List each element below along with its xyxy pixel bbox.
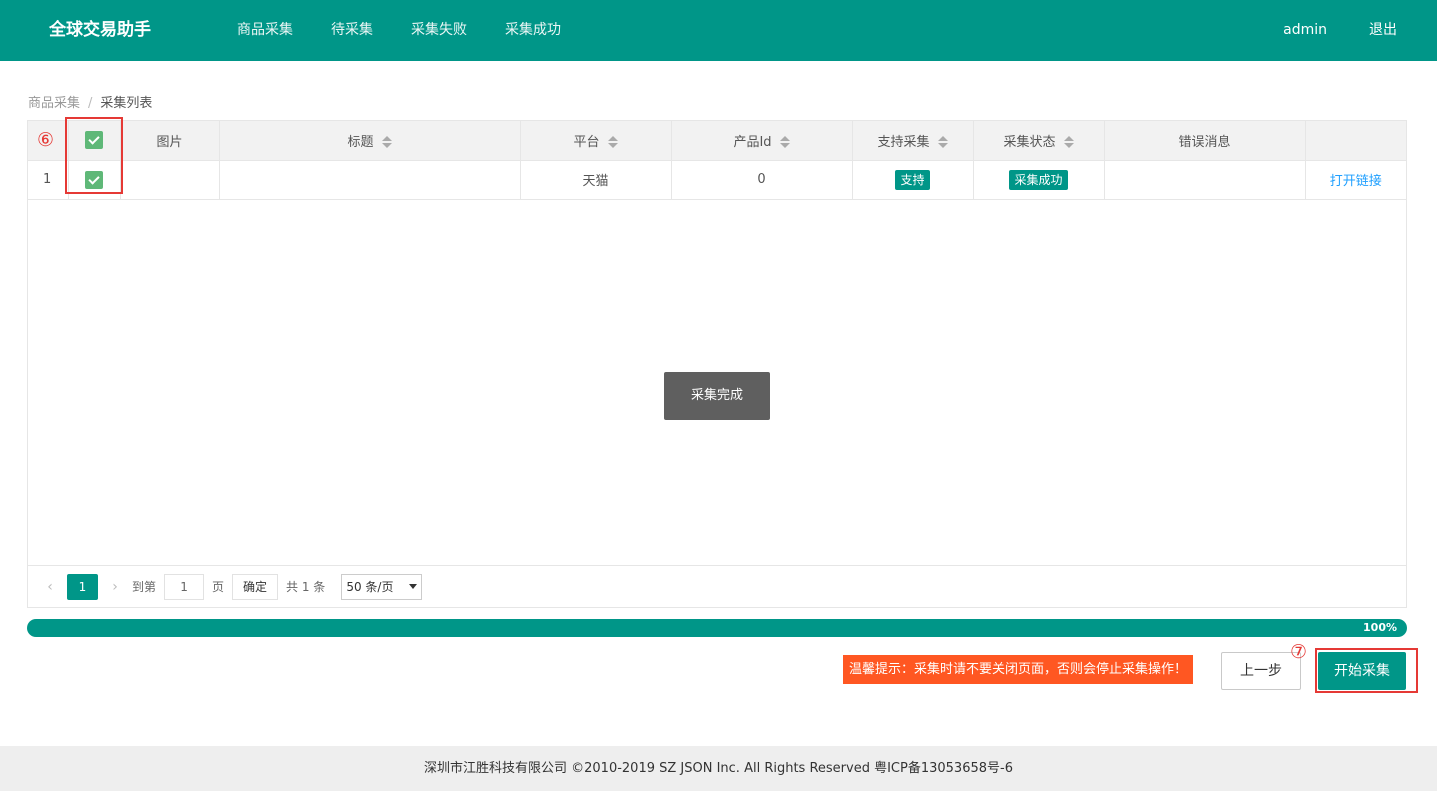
- nav-item-failed[interactable]: 采集失败: [392, 0, 486, 61]
- nav-item-collect[interactable]: 商品采集: [218, 0, 312, 61]
- header-platform-label: 平台: [573, 134, 600, 150]
- sort-icon[interactable]: [779, 136, 790, 149]
- warning-tip: 温馨提示：采集时请不要关闭页面，否则会停止采集操作！: [843, 655, 1194, 684]
- total-count: 共 1 条: [286, 580, 326, 594]
- checkbox-highlight-box: [65, 117, 123, 194]
- goto-page-input[interactable]: 1: [164, 573, 205, 600]
- nav-item-pending[interactable]: 待采集: [312, 0, 392, 61]
- page-label: 页: [212, 580, 225, 594]
- page-size-select[interactable]: 50 条/页: [341, 573, 423, 600]
- prev-step-button[interactable]: 上一步: [1221, 652, 1301, 690]
- support-badge: 支持: [895, 169, 930, 190]
- user-name[interactable]: admin: [1283, 0, 1327, 61]
- status-badge: 采集成功: [1009, 169, 1068, 190]
- breadcrumb-current: 采集列表: [100, 96, 153, 111]
- row-image: [120, 160, 220, 200]
- next-page-icon[interactable]: ›: [106, 579, 124, 595]
- page-size-value: 50 条/页: [346, 579, 394, 594]
- header-error: 错误消息: [1104, 121, 1306, 161]
- sort-icon[interactable]: [937, 136, 948, 149]
- start-button-highlight-box: [1315, 648, 1418, 693]
- sort-icon[interactable]: [607, 136, 618, 149]
- row-index: 1: [28, 160, 69, 200]
- progress-label: 100%: [1363, 621, 1397, 634]
- chevron-down-icon: [409, 584, 418, 589]
- row-product-id: 0: [671, 160, 853, 200]
- goto-label: 到第: [132, 580, 157, 594]
- goto-confirm-button[interactable]: 确定: [232, 573, 279, 600]
- footer-copyright: 深圳市江胜科技有限公司 ©2010-2019 SZ JSON Inc. All …: [0, 746, 1437, 791]
- header-support-label: 支持采集: [877, 134, 930, 150]
- header-product-id[interactable]: 产品Id: [671, 121, 853, 161]
- step-7-annotation: ⑦: [1290, 641, 1308, 663]
- row-platform: 天猫: [520, 160, 672, 200]
- header-platform[interactable]: 平台: [520, 121, 672, 161]
- row-support: 支持: [852, 160, 974, 200]
- main-nav: 商品采集 待采集 采集失败 采集成功: [218, 0, 580, 61]
- header-status[interactable]: 采集状态: [973, 121, 1105, 161]
- header-status-label: 采集状态: [1003, 134, 1056, 150]
- table-header-row: 图片 标题 平台 产品Id 支持采集 采集状态 错误消息: [28, 121, 1406, 161]
- header-title[interactable]: 标题: [219, 121, 521, 161]
- step-6-annotation: ⑥: [37, 129, 55, 151]
- row-action: 打开链接: [1305, 160, 1406, 200]
- prev-page-icon[interactable]: ‹: [41, 579, 59, 595]
- logout-link[interactable]: 退出: [1369, 0, 1397, 61]
- breadcrumb-parent[interactable]: 商品采集: [28, 96, 80, 111]
- open-link[interactable]: 打开链接: [1330, 174, 1382, 189]
- brand-title: 全球交易助手: [49, 20, 151, 40]
- header-image: 图片: [120, 121, 220, 161]
- collect-table: 图片 标题 平台 产品Id 支持采集 采集状态 错误消息 1 天猫 0 支持 采…: [27, 120, 1407, 608]
- pagination: ‹ 1 › 到第 1 页 确定 共 1 条 50 条/页: [28, 565, 1406, 607]
- table-row: 1 天猫 0 支持 采集成功 打开链接: [28, 160, 1406, 200]
- nav-item-success[interactable]: 采集成功: [486, 0, 580, 61]
- header-support[interactable]: 支持采集: [852, 121, 974, 161]
- top-header: 全球交易助手 商品采集 待采集 采集失败 采集成功 admin 退出: [0, 0, 1437, 61]
- progress-bar: 100%: [27, 619, 1407, 637]
- sort-icon[interactable]: [1063, 136, 1074, 149]
- header-action: [1305, 121, 1406, 161]
- breadcrumb-separator: /: [88, 96, 93, 111]
- header-product-id-label: 产品Id: [733, 134, 772, 150]
- toast-message: 采集完成: [664, 372, 770, 420]
- sort-icon[interactable]: [381, 136, 392, 149]
- row-error: [1104, 160, 1306, 200]
- page-1-button[interactable]: 1: [67, 573, 98, 600]
- breadcrumb: 商品采集 / 采集列表: [28, 92, 152, 111]
- row-status: 采集成功: [973, 160, 1105, 200]
- header-title-label: 标题: [347, 134, 374, 150]
- row-title: [219, 160, 521, 200]
